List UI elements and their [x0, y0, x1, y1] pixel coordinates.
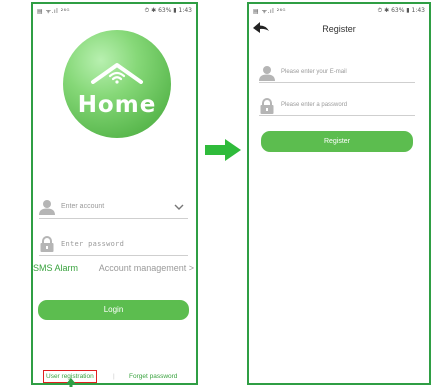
account-placeholder: Enter account — [61, 203, 105, 210]
status-bar: ▤ ᯤ.ıl ²⁶ᴳ ⏱ ✱ 63% ▮ 1:43 — [37, 7, 192, 17]
email-placeholder: Please enter your E-mail — [281, 69, 347, 75]
arrow-up-icon — [66, 378, 76, 387]
logo-text: Home — [77, 92, 157, 118]
page-title: Register — [322, 24, 356, 34]
house-wifi-icon — [91, 63, 143, 84]
account-input[interactable]: Enter account — [39, 197, 188, 219]
login-screen: ▤ ᯤ.ıl ²⁶ᴳ ⏱ ✱ 63% ▮ 1:43 Home Enter acc… — [31, 2, 198, 385]
status-bar: ▤ ᯤ.ıl ²⁶ᴳ ⏱ ✱ 63% ▮ 1:43 — [253, 7, 425, 17]
register-password-field[interactable]: Please enter a password — [259, 96, 415, 116]
status-battery-time: ⏱ ✱ 63% ▮ 1:43 — [144, 7, 192, 14]
link-divider: | — [113, 373, 115, 380]
sms-alarm-link[interactable]: SMS Alarm — [33, 263, 78, 273]
register-button[interactable]: Register — [261, 131, 413, 152]
lock-icon — [260, 98, 274, 114]
status-battery-time: ⏱ ✱ 63% ▮ 1:43 — [377, 7, 425, 14]
register-password-placeholder: Please enter a password — [281, 102, 348, 108]
chevron-down-icon[interactable] — [174, 203, 184, 211]
password-input[interactable]: Enter password — [39, 234, 188, 256]
arrow-right-icon — [205, 139, 241, 161]
login-button[interactable]: Login — [38, 300, 189, 320]
user-icon — [259, 66, 275, 81]
register-screen: ▤ ᯤ.ıl ²⁶ᴳ ⏱ ✱ 63% ▮ 1:43 Register Pleas… — [247, 2, 431, 385]
user-icon — [39, 200, 55, 215]
status-signal: ▤ ᯤ.ıl ²⁶ᴳ — [37, 8, 70, 15]
account-management-link[interactable]: Account management > — [99, 263, 194, 273]
forgot-password-link[interactable]: Forget password — [129, 373, 177, 380]
password-placeholder: Enter password — [61, 240, 125, 248]
email-field[interactable]: Please enter your E-mail — [259, 63, 415, 83]
app-logo: Home — [63, 30, 171, 138]
lock-icon — [40, 236, 54, 252]
status-signal: ▤ ᯤ.ıl ²⁶ᴳ — [253, 8, 286, 15]
